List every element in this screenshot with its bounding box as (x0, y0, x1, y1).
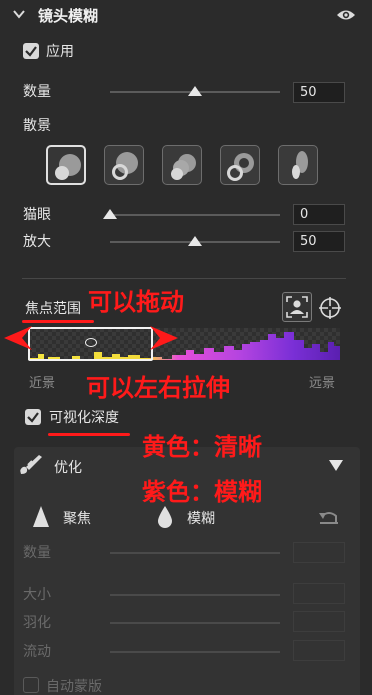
crosshair-icon[interactable] (318, 296, 342, 320)
check-icon (25, 46, 37, 57)
bokeh-shape-round-button[interactable] (46, 145, 86, 185)
focus-tool-label: 聚焦 (63, 511, 91, 527)
panel-title: 镜头模糊 (38, 7, 99, 25)
subject-select-button[interactable] (282, 292, 312, 322)
focus-range-handle[interactable] (85, 338, 97, 347)
annotation-drag: 可以拖动 (88, 288, 184, 316)
opt-flow-slider-track[interactable] (110, 651, 280, 653)
opt-feather-input[interactable] (293, 611, 345, 632)
blur-tool-label: 模糊 (187, 511, 215, 527)
optimize-label: 优化 (54, 460, 82, 476)
opt-feather-label: 羽化 (23, 615, 51, 631)
annotation-underline-visualize (48, 433, 130, 436)
opt-amount-input[interactable] (293, 542, 345, 563)
magnify-slider-thumb[interactable] (188, 236, 202, 246)
bokeh-label: 散景 (23, 118, 51, 134)
cat-eye-label: 猫眼 (23, 207, 51, 223)
bokeh-shape-ring-button[interactable] (104, 145, 144, 185)
reset-icon[interactable] (318, 508, 340, 526)
annotation-arrow-right-icon (150, 326, 178, 350)
person-focus-icon (286, 296, 308, 318)
auto-mask-checkbox[interactable] (23, 677, 39, 693)
magnify-label: 放大 (23, 234, 51, 250)
visualize-depth-label: 可视化深度 (49, 410, 119, 426)
magnify-input[interactable]: 50 (293, 231, 345, 252)
bokeh-shape-donut-button[interactable] (220, 145, 260, 185)
bokeh-ring-icon (112, 152, 138, 180)
opt-amount-slider-track[interactable] (110, 552, 280, 554)
bokeh-round-icon (55, 154, 81, 180)
auto-mask-label: 自动蒙版 (46, 679, 102, 695)
cat-eye-input[interactable]: 0 (293, 204, 345, 225)
opt-size-label: 大小 (23, 587, 51, 603)
bokeh-shape-cluster-button[interactable] (162, 145, 202, 185)
apply-checkbox[interactable] (23, 43, 39, 59)
bokeh-cluster-icon (171, 154, 196, 180)
near-label: 近景 (29, 376, 56, 391)
focus-triangle-icon[interactable] (32, 505, 50, 529)
collapse-triangle-icon[interactable] (329, 460, 343, 472)
amount-label: 数量 (23, 84, 51, 100)
check-icon (27, 412, 39, 423)
visualize-depth-checkbox[interactable] (25, 409, 41, 425)
far-label: 远景 (309, 376, 336, 391)
bokeh-shape-oval-button[interactable] (278, 145, 318, 185)
blur-drop-icon[interactable] (156, 505, 174, 529)
apply-label: 应用 (46, 44, 74, 60)
annotation-yellow: 黄色：清晰 (142, 433, 262, 461)
annotation-stretch: 可以左右拉伸 (86, 374, 230, 402)
opt-flow-label: 流动 (23, 644, 51, 660)
opt-size-slider-track[interactable] (110, 594, 280, 596)
bokeh-donut-icon (227, 153, 254, 181)
opt-feather-slider-track[interactable] (110, 622, 280, 624)
opt-size-input[interactable] (293, 583, 345, 604)
focus-range-label: 焦点范围 (25, 301, 81, 317)
brush-icon[interactable] (17, 452, 45, 478)
cat-eye-slider-thumb[interactable] (103, 209, 117, 219)
annotation-arrow-left-icon (4, 326, 32, 350)
eye-icon[interactable] (336, 7, 356, 23)
panel-header: 镜头模糊 (0, 0, 372, 30)
opt-amount-label: 数量 (23, 545, 51, 561)
annotation-purple: 紫色：模糊 (142, 478, 262, 506)
annotation-underline-focus-range (22, 320, 94, 323)
opt-flow-input[interactable] (293, 640, 345, 661)
cat-eye-slider-track[interactable] (110, 214, 280, 216)
chevron-down-icon[interactable] (12, 7, 26, 21)
amount-input[interactable]: 50 (293, 82, 345, 103)
bokeh-oval-icon (292, 151, 308, 179)
section-divider (22, 278, 346, 279)
amount-slider-thumb[interactable] (188, 86, 202, 96)
